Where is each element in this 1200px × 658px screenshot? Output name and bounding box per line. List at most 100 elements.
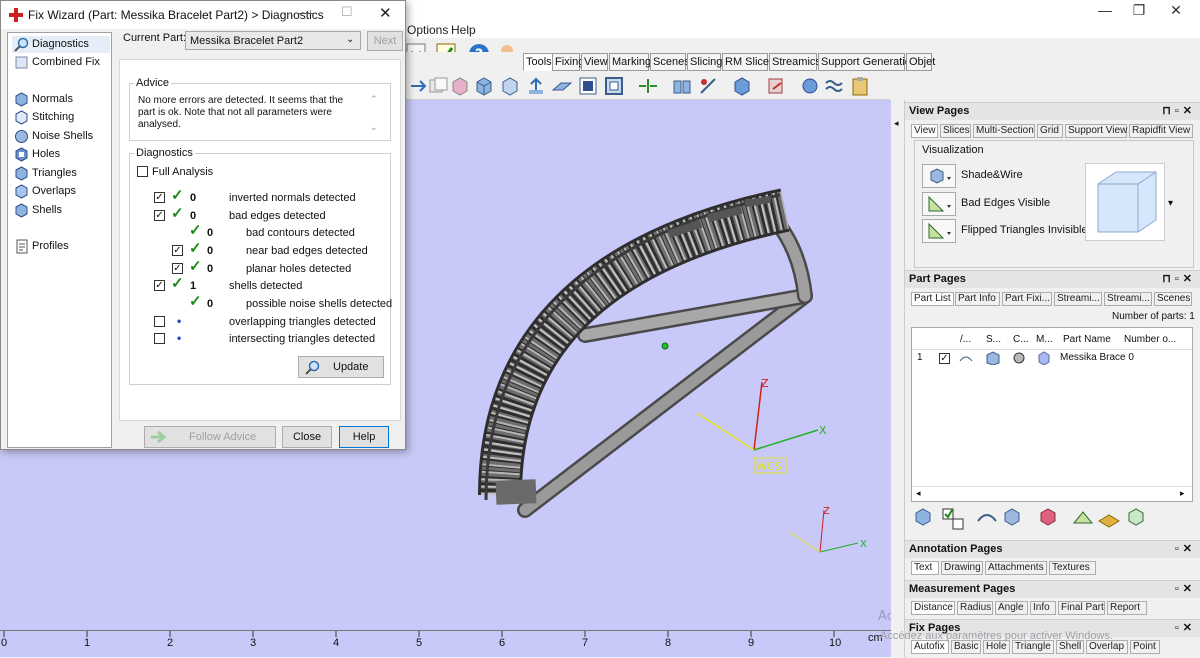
tab-slices[interactable]: Slices <box>940 124 971 138</box>
tab-rm-slicer[interactable]: RM Slicer <box>722 53 773 71</box>
panel-buttons[interactable]: ⊓▫✕ <box>1162 271 1196 288</box>
help-button[interactable]: Help <box>339 426 389 448</box>
shade-all-icon[interactable] <box>1001 507 1025 531</box>
view-dropdown-icon[interactable]: ▾ <box>1168 198 1173 209</box>
tab-shell[interactable]: Shell <box>1056 640 1084 654</box>
update-button[interactable]: Update <box>298 356 384 378</box>
view-cube-preview[interactable] <box>1085 163 1165 241</box>
tab-multi-section[interactable]: Multi-Section <box>973 124 1035 138</box>
col-header[interactable]: Number o... <box>1124 334 1176 345</box>
nav-combined-fix[interactable]: Combined Fix <box>12 54 110 71</box>
nav-shells[interactable]: Shells <box>12 202 110 219</box>
plate-icon[interactable] <box>1097 507 1121 531</box>
export-icon[interactable] <box>765 75 787 97</box>
panel-buttons[interactable]: ⊓▫✕ <box>1162 103 1196 120</box>
next-button[interactable]: Next <box>367 31 403 51</box>
tab-autofix[interactable]: Autofix <box>911 640 949 654</box>
dialog-maximize-button[interactable]: ☐ <box>341 4 353 20</box>
color-icon[interactable] <box>1013 352 1025 364</box>
tab-support-generation[interactable]: Support Generation <box>818 53 917 71</box>
diag-row-checkbox[interactable]: ✓ <box>172 263 183 274</box>
tab-part-info[interactable]: Part Info <box>955 292 1000 306</box>
wave-icon[interactable] <box>823 75 845 97</box>
col-header[interactable]: /... <box>960 334 971 345</box>
tab-text[interactable]: Text <box>911 561 939 575</box>
tab-part-fixing[interactable]: Part Fixi... <box>1002 292 1052 306</box>
box-icon[interactable] <box>577 75 599 97</box>
tab-hole[interactable]: Hole <box>983 640 1010 654</box>
cube-pink-icon[interactable] <box>449 75 471 97</box>
cube-blue-icon[interactable] <box>473 75 495 97</box>
paste-part-icon[interactable] <box>1125 507 1149 531</box>
tab-radius[interactable]: Radius <box>957 601 993 615</box>
diag-row-checkbox[interactable]: ✓ <box>154 280 165 291</box>
material-icon[interactable] <box>1037 351 1051 365</box>
col-header[interactable]: M... <box>1036 334 1053 345</box>
check-all-icon[interactable] <box>941 507 965 531</box>
tab-scenes-page[interactable]: Scenes <box>1154 292 1192 306</box>
advice-scrollbar[interactable]: ⌃ ⌄ <box>368 94 382 136</box>
tab-angle[interactable]: Angle <box>995 601 1028 615</box>
tab-marking[interactable]: Marking <box>609 53 651 71</box>
diag-row-checkbox[interactable]: ✓ <box>172 245 183 256</box>
tab-support-view[interactable]: Support View <box>1065 124 1127 138</box>
dialog-titlebar[interactable]: Fix Wizard (Part: Messika Bracelet Part2… <box>1 1 405 29</box>
tab-distance[interactable]: Distance <box>911 601 955 615</box>
slice-icon[interactable] <box>1071 507 1095 531</box>
align-icon[interactable] <box>637 75 659 97</box>
row-visible-checkbox[interactable]: ✓ <box>939 353 950 364</box>
maximize-button[interactable]: ❐ <box>1118 0 1160 22</box>
part-list-table[interactable]: /... S... C... M... Part Name Number o..… <box>911 327 1193 502</box>
dialog-close-button[interactable]: ✕ <box>379 4 392 22</box>
scroll-down-icon[interactable]: ⌄ <box>370 122 378 133</box>
tab-overlap[interactable]: Overlap <box>1086 640 1128 654</box>
table-row[interactable]: 1 ✓ Messika Brace 0 <box>912 350 1192 366</box>
col-header[interactable]: C... <box>1013 334 1029 345</box>
nav-profiles[interactable]: Profiles <box>12 238 110 255</box>
nav-overlaps[interactable]: Overlaps <box>12 183 110 200</box>
arrow-icon[interactable] <box>407 75 429 97</box>
col-header[interactable]: S... <box>986 334 1001 345</box>
bad-edges-button[interactable] <box>922 192 956 216</box>
panel-buttons[interactable]: ▫✕ <box>1175 620 1196 637</box>
tab-part-list[interactable]: Part List <box>911 292 954 306</box>
dock-splitter[interactable]: ◂ <box>891 100 905 657</box>
shade-wire-button[interactable] <box>922 164 956 188</box>
close-window-button[interactable]: ✕ <box>1155 0 1197 22</box>
plane-icon[interactable] <box>551 75 573 97</box>
pin-icon[interactable]: ◂ <box>894 118 899 129</box>
follow-advice-button[interactable]: Follow Advice <box>144 426 276 448</box>
extrude-icon[interactable] <box>525 75 547 97</box>
tab-basic[interactable]: Basic <box>951 640 981 654</box>
color-parts-icon[interactable] <box>1037 507 1061 531</box>
dialog-minimize-button[interactable]: — <box>299 4 313 20</box>
panel-buttons[interactable]: ▫✕ <box>1175 581 1196 598</box>
flipped-triangles-button[interactable] <box>922 219 956 243</box>
nav-stitching[interactable]: Stitching <box>12 109 110 126</box>
tab-info[interactable]: Info <box>1030 601 1056 615</box>
cube-group-icon[interactable] <box>671 75 693 97</box>
tab-tools[interactable]: Tools <box>523 53 553 71</box>
diag-row-checkbox[interactable] <box>154 316 165 327</box>
tab-grid[interactable]: Grid <box>1037 124 1063 138</box>
tab-streamics-1[interactable]: Streami... <box>1054 292 1102 306</box>
frame-icon[interactable] <box>603 75 625 97</box>
clipboard-icon[interactable] <box>849 75 871 97</box>
cube-section-icon[interactable] <box>499 75 521 97</box>
nav-holes[interactable]: Holes <box>12 146 110 163</box>
wireframe-icon[interactable] <box>958 351 974 365</box>
scroll-left-icon[interactable]: ◂ <box>916 488 921 499</box>
nav-triangles[interactable]: Triangles <box>12 165 110 182</box>
tab-drawing[interactable]: Drawing <box>941 561 983 575</box>
shade-icon[interactable] <box>984 351 1006 365</box>
menu-help[interactable]: Help <box>451 23 476 37</box>
tab-view[interactable]: View <box>581 53 608 71</box>
close-button[interactable]: Close <box>282 426 332 448</box>
puzzle-icon[interactable] <box>799 75 821 97</box>
tab-streamics[interactable]: Streamics <box>769 53 821 71</box>
copy-icon[interactable] <box>427 75 449 97</box>
diag-row-checkbox[interactable]: ✓ <box>154 192 165 203</box>
menu-options[interactable]: Options <box>407 23 448 37</box>
tab-point[interactable]: Point <box>1130 640 1160 654</box>
tab-triangle[interactable]: Triangle <box>1012 640 1054 654</box>
